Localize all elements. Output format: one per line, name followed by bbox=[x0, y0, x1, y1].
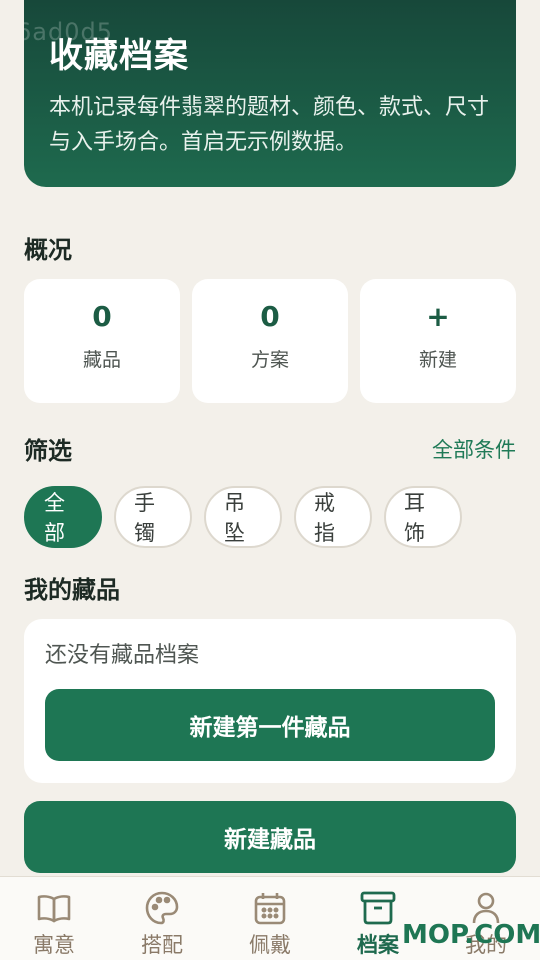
chip-bracelet[interactable]: 手镯 bbox=[114, 486, 192, 548]
stat-value: 0 bbox=[260, 300, 280, 333]
calendar-icon bbox=[254, 893, 286, 925]
plus-icon: + bbox=[426, 300, 450, 333]
filter-title: 筛选 bbox=[24, 437, 72, 465]
overview-title: 概况 bbox=[24, 236, 72, 264]
create-first-item-button[interactable]: 新建第一件藏品 bbox=[45, 689, 495, 761]
tab-wearing[interactable]: 佩戴 bbox=[216, 877, 324, 960]
chip-earring[interactable]: 耳饰 bbox=[384, 486, 462, 548]
tab-label: 寓意 bbox=[33, 933, 75, 957]
hero-description: 本机记录每件翡翠的题材、颜色、款式、尺寸与入手场合。首启无示例数据。 bbox=[49, 95, 490, 155]
stat-label: 藏品 bbox=[82, 349, 121, 371]
tab-label: 搭配 bbox=[141, 933, 183, 957]
tab-matching[interactable]: 搭配 bbox=[108, 877, 216, 960]
book-icon bbox=[37, 895, 71, 923]
stat-plan-count[interactable]: 0 方案 bbox=[192, 279, 348, 403]
tab-label: 佩戴 bbox=[249, 933, 291, 957]
stat-value: 0 bbox=[92, 300, 112, 333]
stat-label: 方案 bbox=[250, 349, 289, 371]
page-title: 收藏档案 bbox=[49, 36, 189, 76]
my-collection-title: 我的藏品 bbox=[24, 576, 120, 604]
create-item-button[interactable]: 新建藏品 bbox=[24, 801, 516, 873]
hero-watermark: 6ad0d5 bbox=[24, 18, 113, 46]
tab-meaning[interactable]: 寓意 bbox=[0, 877, 108, 960]
chip-pendant[interactable]: 吊坠 bbox=[204, 486, 282, 548]
empty-state-card: 还没有藏品档案 新建第一件藏品 bbox=[24, 619, 516, 783]
archive-box-icon bbox=[360, 891, 396, 925]
overview-stats: 0 藏品 0 方案 + 新建 bbox=[24, 279, 516, 403]
all-conditions-link[interactable]: 全部条件 bbox=[432, 434, 516, 464]
chip-all[interactable]: 全部 bbox=[24, 486, 102, 548]
tab-label: 档案 bbox=[357, 933, 399, 957]
chip-ring[interactable]: 戒指 bbox=[294, 486, 372, 548]
hero-banner: 6ad0d5 收藏档案 本机记录每件翡翠的题材、颜色、款式、尺寸与入手场合。首启… bbox=[24, 0, 516, 187]
palette-icon bbox=[145, 891, 179, 925]
stat-create-new[interactable]: + 新建 bbox=[360, 279, 516, 403]
stat-collection-count[interactable]: 0 藏品 bbox=[24, 279, 180, 403]
stat-label: 新建 bbox=[418, 349, 457, 371]
filter-chips: 全部 手镯 吊坠 戒指 耳饰 bbox=[24, 486, 462, 548]
overlay-watermark: MOP.COM bbox=[402, 920, 540, 950]
empty-state-text: 还没有藏品档案 bbox=[45, 643, 200, 668]
